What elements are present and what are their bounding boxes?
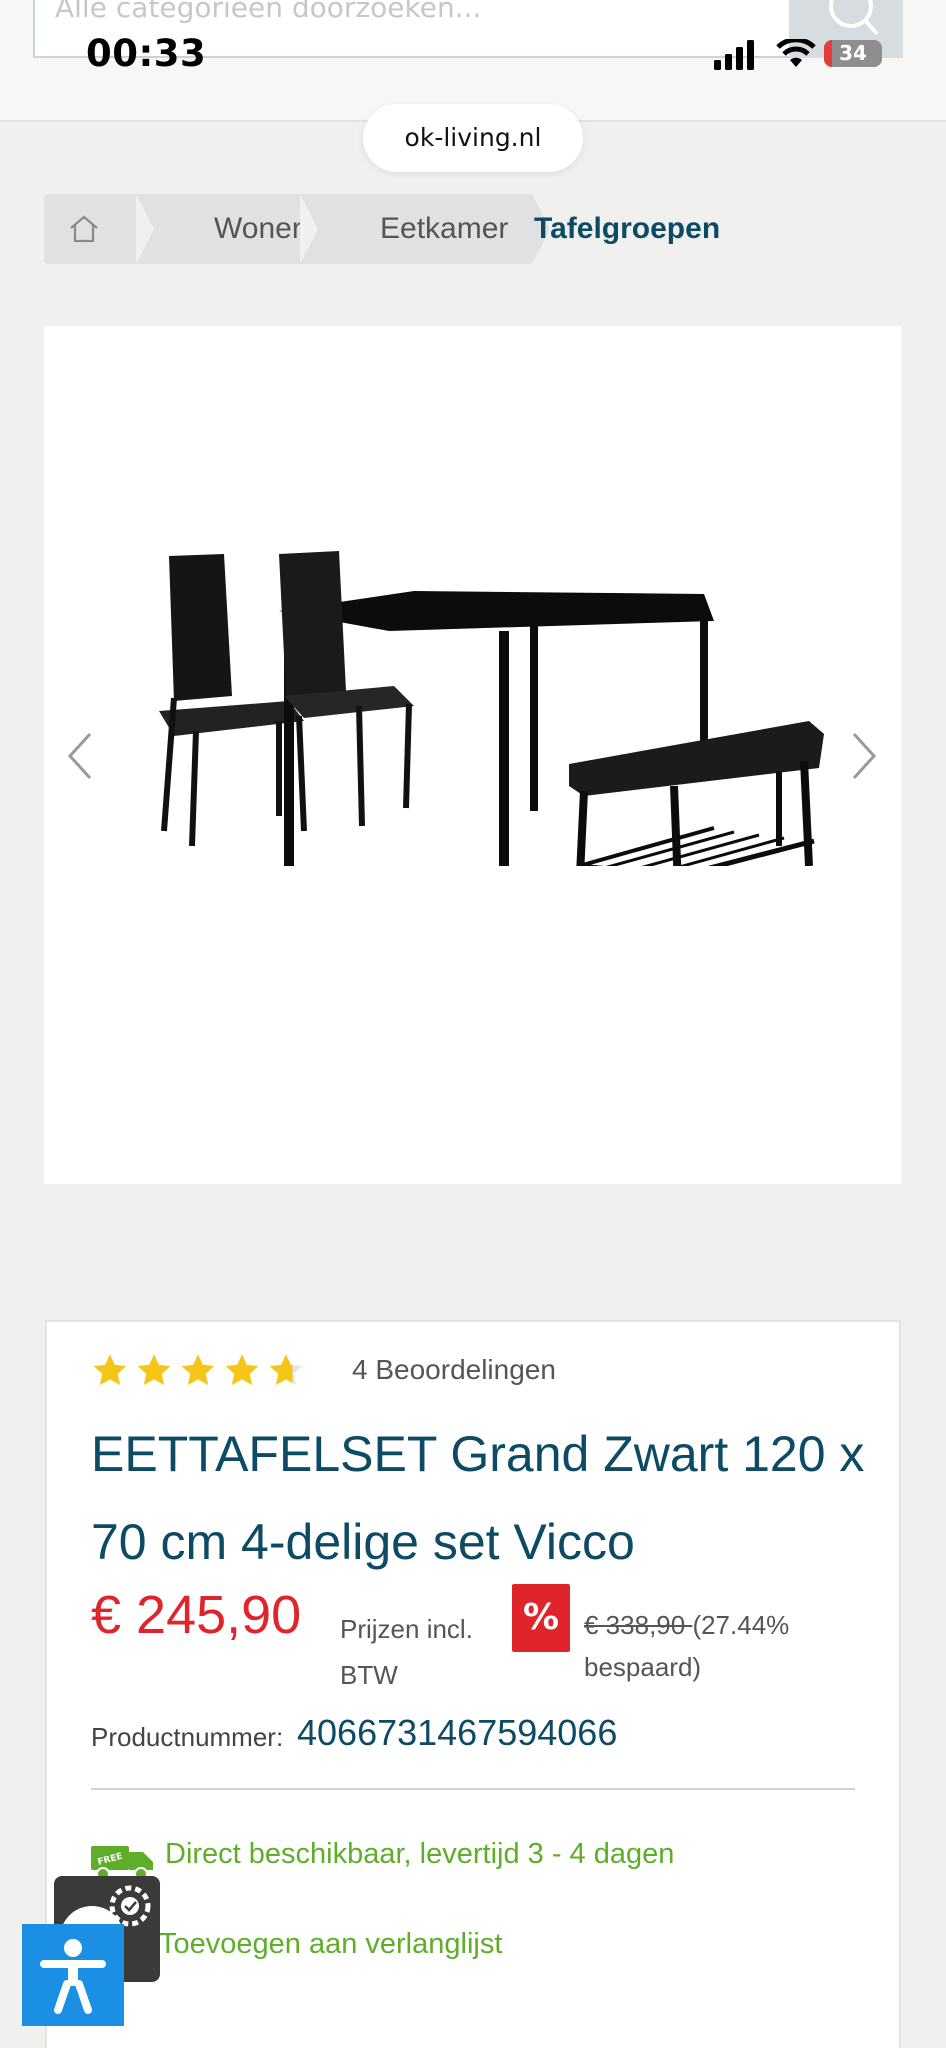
breadcrumb-eetkamer[interactable]: Eetkamer	[300, 194, 550, 264]
status-time: 00:33	[86, 32, 207, 75]
discount-badge: %	[512, 1584, 570, 1652]
chevron-left-icon[interactable]	[60, 726, 100, 786]
chevron-right-icon[interactable]	[844, 726, 884, 786]
signal-icon	[714, 40, 754, 70]
star-icon	[225, 1354, 259, 1386]
vat-note: Prijzen incl. BTW	[340, 1614, 473, 1690]
product-info-card: 4 Beoordelingen EETTAFELSET Grand Zwart …	[45, 1320, 901, 2048]
home-icon	[70, 215, 98, 243]
divider	[91, 1788, 855, 1790]
old-price: € 338,90	[584, 1610, 693, 1640]
reviews-count[interactable]: 4 Beoordelingen	[352, 1354, 556, 1386]
wifi-icon	[776, 39, 816, 67]
url-bar[interactable]: ok-living.nl	[363, 104, 583, 172]
add-to-wishlist-link[interactable]: Toevoegen aan verlanglijst	[159, 1928, 502, 1961]
star-icon	[181, 1354, 215, 1386]
breadcrumb-current: Tafelgroepen	[534, 212, 721, 245]
product-number-label: Productnummer:	[91, 1722, 284, 1752]
battery-icon: 34	[824, 40, 882, 67]
breadcrumb-home[interactable]	[44, 194, 158, 264]
search-placeholder: Alle categorieën doorzoeken...	[55, 0, 482, 24]
accessibility-icon	[40, 1939, 106, 2014]
product-image	[159, 551, 824, 866]
breadcrumb: Wonen Eetkamer Tafelgroepen	[44, 194, 904, 264]
status-icons: 34	[714, 36, 884, 72]
current-price: € 245,90	[91, 1585, 302, 1645]
accessibility-button[interactable]	[22, 1924, 124, 2026]
delivery-status: Direct beschikbaar, levertijd 3 - 4 dage…	[165, 1838, 675, 1870]
star-half-icon	[269, 1354, 303, 1386]
breadcrumb-label: Eetkamer	[380, 212, 509, 245]
old-price-block: € 338,90 (27.44% bespaard)	[584, 1604, 834, 1688]
battery-level: 34	[839, 41, 867, 65]
product-gallery[interactable]	[44, 326, 901, 1184]
star-icon	[93, 1354, 127, 1386]
product-title: EETTAFELSET Grand Zwart 120 x 70 cm 4-de…	[91, 1426, 865, 1570]
product-number: 4066731467594066	[297, 1712, 618, 1753]
rating-stars[interactable]	[91, 1352, 321, 1392]
breadcrumb-label: Wonen	[214, 212, 309, 245]
star-icon	[137, 1354, 171, 1386]
